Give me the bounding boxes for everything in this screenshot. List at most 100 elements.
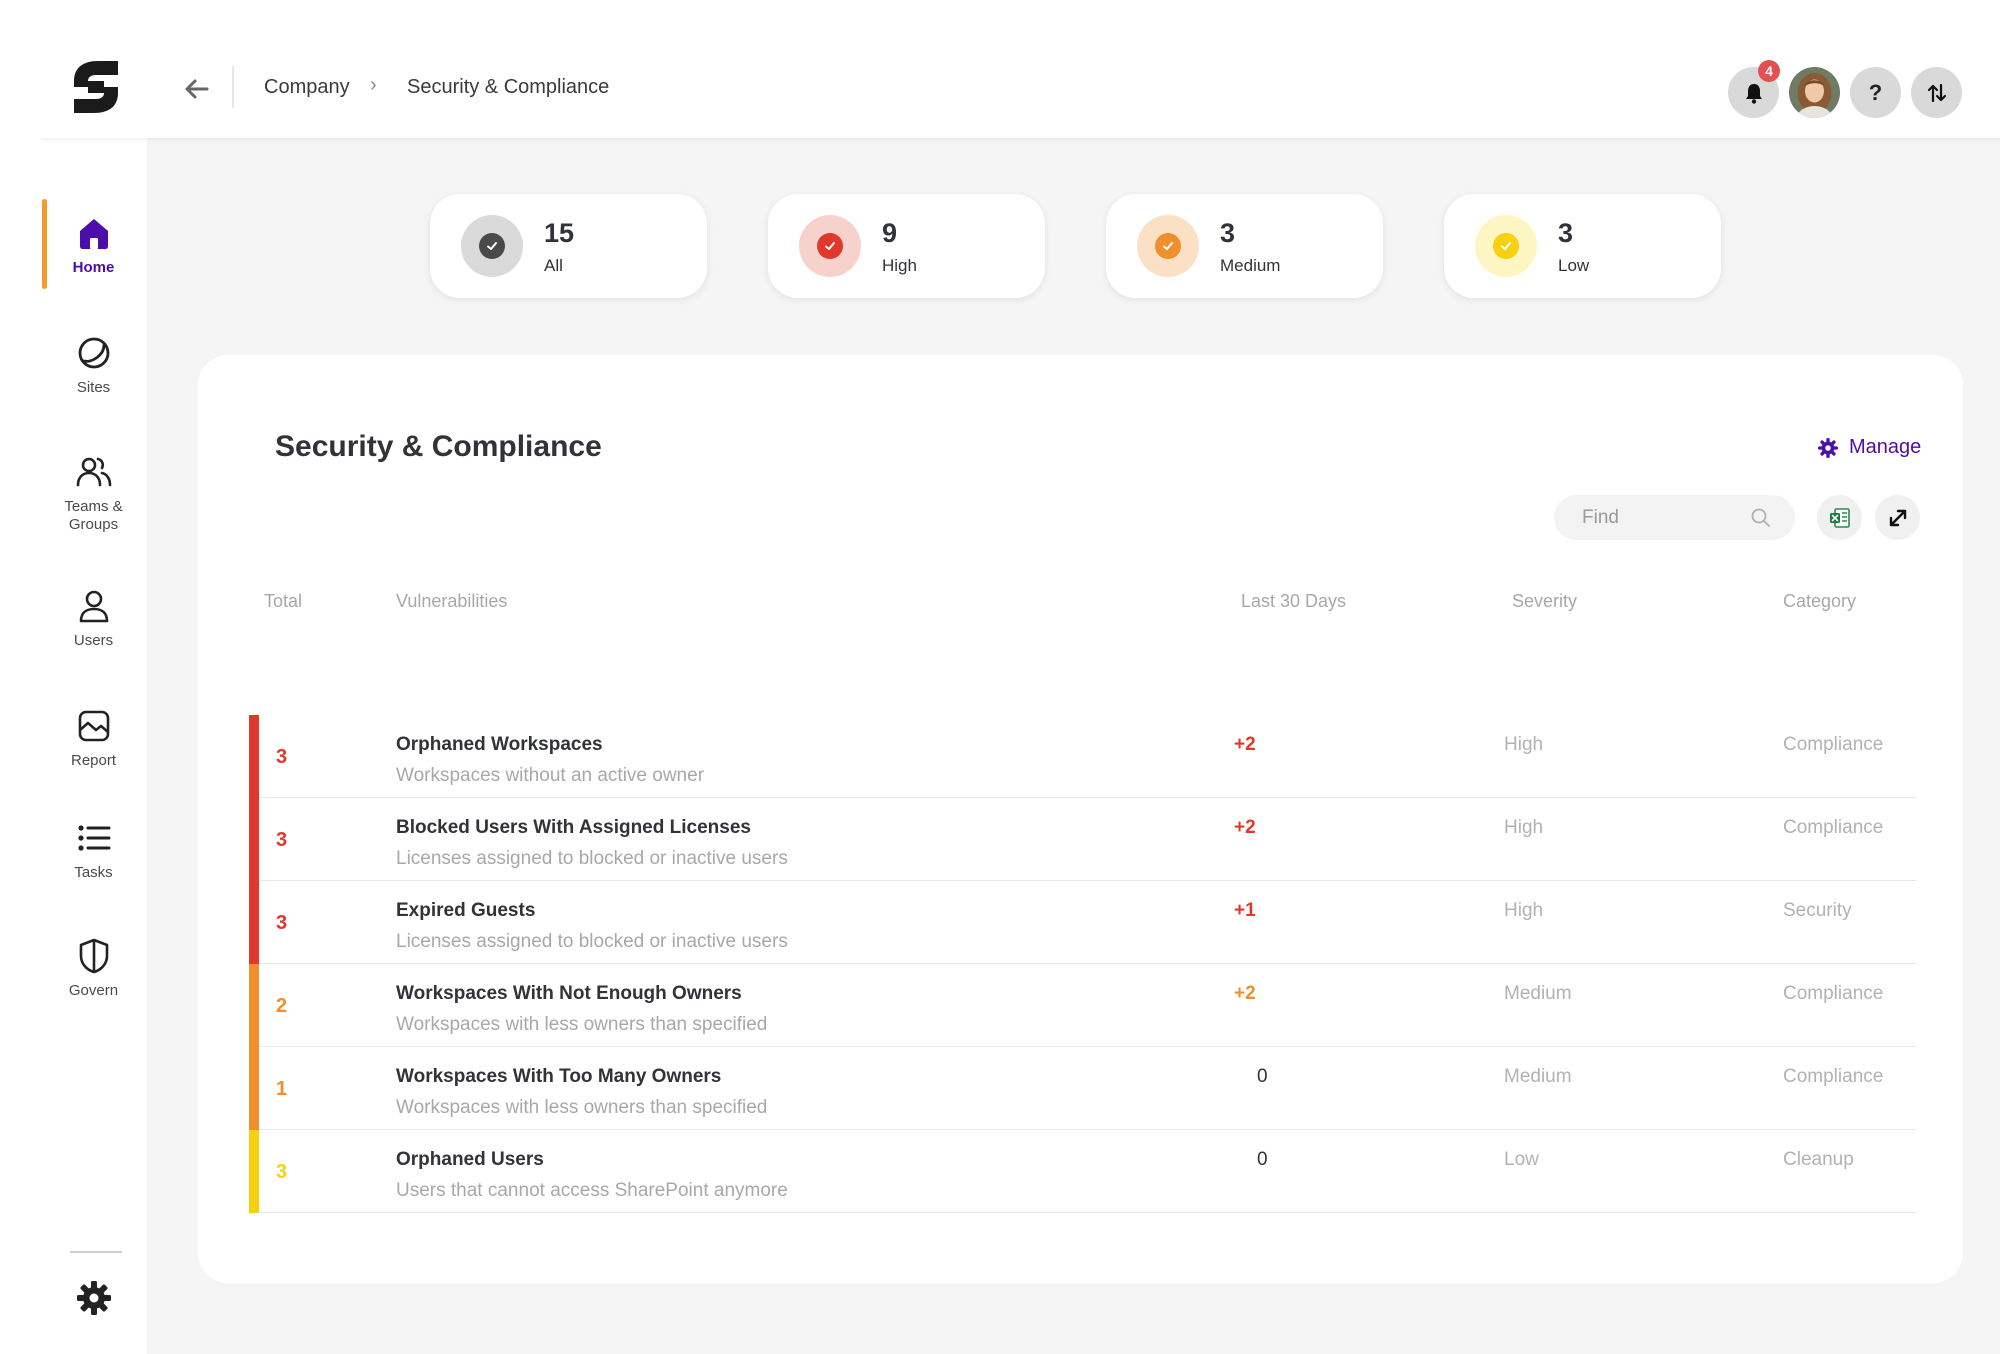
help-icon: ? <box>1868 79 1883 105</box>
sidebar-item-label: Home <box>72 259 115 276</box>
find-box <box>1554 495 1795 540</box>
row-total: 3 <box>276 1161 288 1183</box>
row-description: Workspaces with less owners than specifi… <box>396 1014 768 1035</box>
sites-icon <box>78 337 109 369</box>
home-icon <box>79 219 108 249</box>
row-name: Workspaces With Not Enough Owners <box>396 983 742 1004</box>
check-circle-icon <box>1493 233 1519 259</box>
report-icon <box>78 710 109 742</box>
row-description: Workspaces with less owners than specifi… <box>396 1097 768 1118</box>
row-name: Orphaned Users <box>396 1149 544 1170</box>
manage-label: Manage <box>1849 436 1922 458</box>
row-category: Compliance <box>1783 817 1884 838</box>
column-header-total[interactable]: Total <box>264 591 302 612</box>
header-divider <box>232 66 234 108</box>
settings-gear-icon[interactable] <box>74 1278 114 1318</box>
row-name: Blocked Users With Assigned Licenses <box>396 817 751 838</box>
sidebar-item-sites[interactable]: Sites <box>40 333 147 397</box>
summary-card-low[interactable]: 3 Low <box>1444 194 1721 298</box>
notification-badge: 4 <box>1758 60 1780 82</box>
table-row[interactable]: 1 Workspaces With Too Many Owners Worksp… <box>249 1047 1916 1130</box>
sidebar-item-home[interactable]: Home <box>40 213 147 277</box>
severity-bar <box>249 798 259 881</box>
summary-count: 9 <box>882 218 898 248</box>
row-description: Licenses assigned to blocked or inactive… <box>396 931 788 952</box>
breadcrumb-chevron-icon: › <box>370 74 377 96</box>
severity-bar <box>249 1047 259 1130</box>
breadcrumb-company[interactable]: Company <box>264 76 350 99</box>
app-logo[interactable] <box>66 57 126 117</box>
sidebar-item-label: Tasks <box>74 864 113 881</box>
table-row[interactable]: 3 Orphaned Users Users that cannot acces… <box>249 1130 1916 1213</box>
check-circle-icon <box>479 233 505 259</box>
row-severity: Low <box>1504 1149 1539 1170</box>
row-description: Licenses assigned to blocked or inactive… <box>396 848 788 869</box>
page-title: Security & Compliance <box>275 430 602 463</box>
row-category: Compliance <box>1783 734 1884 755</box>
row-severity: Medium <box>1504 983 1572 1004</box>
row-last-30-days: +2 <box>1234 734 1256 755</box>
teams-groups-icon <box>76 457 111 487</box>
manage-button[interactable]: Manage <box>1817 436 1921 459</box>
sidebar-item-label: Report <box>70 752 117 769</box>
row-category: Cleanup <box>1783 1149 1854 1170</box>
table-row[interactable]: 3 Expired Guests Licenses assigned to bl… <box>249 881 1916 964</box>
summary-card-high[interactable]: 9 High <box>768 194 1045 298</box>
row-name: Orphaned Workspaces <box>396 734 603 755</box>
breadcrumb-current: Security & Compliance <box>407 76 610 98</box>
export-excel-button[interactable] <box>1817 495 1862 540</box>
back-arrow-icon[interactable] <box>180 72 214 106</box>
sidebar-item-teams-groups[interactable]: Teams & Groups <box>40 452 147 534</box>
summary-label: All <box>544 256 563 275</box>
app-window: Company › Security & Compliance 4 ? Home… <box>40 52 2000 1354</box>
sidebar-item-label: Teams & Groups <box>40 498 147 534</box>
severity-bar <box>249 1130 259 1213</box>
sidebar: Home Sites Teams & Groups Users Report T… <box>40 138 147 1354</box>
row-last-30-days: 0 <box>1257 1149 1268 1170</box>
row-total: 3 <box>276 912 288 934</box>
search-icon <box>1751 508 1770 527</box>
column-header-vulnerabilities[interactable]: Vulnerabilities <box>396 591 507 612</box>
sidebar-item-label: Sites <box>76 379 111 396</box>
table-row[interactable]: 2 Workspaces With Not Enough Owners Work… <box>249 964 1916 1047</box>
row-severity: High <box>1504 900 1544 921</box>
expand-button[interactable] <box>1875 495 1920 540</box>
user-avatar[interactable] <box>1789 67 1840 118</box>
summary-ring <box>1137 215 1199 277</box>
summary-label: High <box>882 256 917 275</box>
bell-icon <box>1745 83 1762 104</box>
column-header-severity[interactable]: Severity <box>1512 591 1577 612</box>
row-severity: Medium <box>1504 1066 1572 1087</box>
severity-bar <box>249 964 259 1047</box>
sidebar-item-govern[interactable]: Govern <box>40 936 147 1000</box>
switch-tenant-button[interactable] <box>1911 67 1962 118</box>
summary-card-all[interactable]: 15 All <box>430 194 707 298</box>
row-category: Compliance <box>1783 983 1884 1004</box>
summary-card-medium[interactable]: 3 Medium <box>1106 194 1383 298</box>
row-name: Workspaces With Too Many Owners <box>396 1066 722 1087</box>
summary-count: 3 <box>1220 218 1236 248</box>
row-last-30-days: 0 <box>1257 1066 1268 1087</box>
check-circle-icon <box>1155 233 1181 259</box>
sidebar-item-tasks[interactable]: Tasks <box>40 818 147 882</box>
sidebar-item-users[interactable]: Users <box>40 586 147 650</box>
excel-icon <box>1829 507 1850 528</box>
row-name: Expired Guests <box>396 900 536 921</box>
column-header-last-30-days[interactable]: Last 30 Days <box>1241 591 1346 612</box>
user-icon <box>79 590 108 623</box>
row-severity: High <box>1504 817 1544 838</box>
sidebar-item-label: Govern <box>68 982 119 999</box>
column-header-category[interactable]: Category <box>1783 591 1856 612</box>
sidebar-divider <box>70 1251 122 1253</box>
row-description: Workspaces without an active owner <box>396 765 705 786</box>
sidebar-item-report[interactable]: Report <box>40 706 147 770</box>
row-severity: High <box>1504 734 1544 755</box>
sidebar-item-label: Users <box>73 632 114 649</box>
summary-ring <box>1475 215 1537 277</box>
severity-bar <box>249 715 259 798</box>
help-button[interactable]: ? <box>1850 67 1901 118</box>
summary-count: 3 <box>1558 218 1574 248</box>
table-row[interactable]: 3 Orphaned Workspaces Workspaces without… <box>249 715 1916 798</box>
security-compliance-panel: Security & Compliance Manage Find Total … <box>198 355 1963 1283</box>
table-row[interactable]: 3 Blocked Users With Assigned Licenses L… <box>249 798 1916 881</box>
